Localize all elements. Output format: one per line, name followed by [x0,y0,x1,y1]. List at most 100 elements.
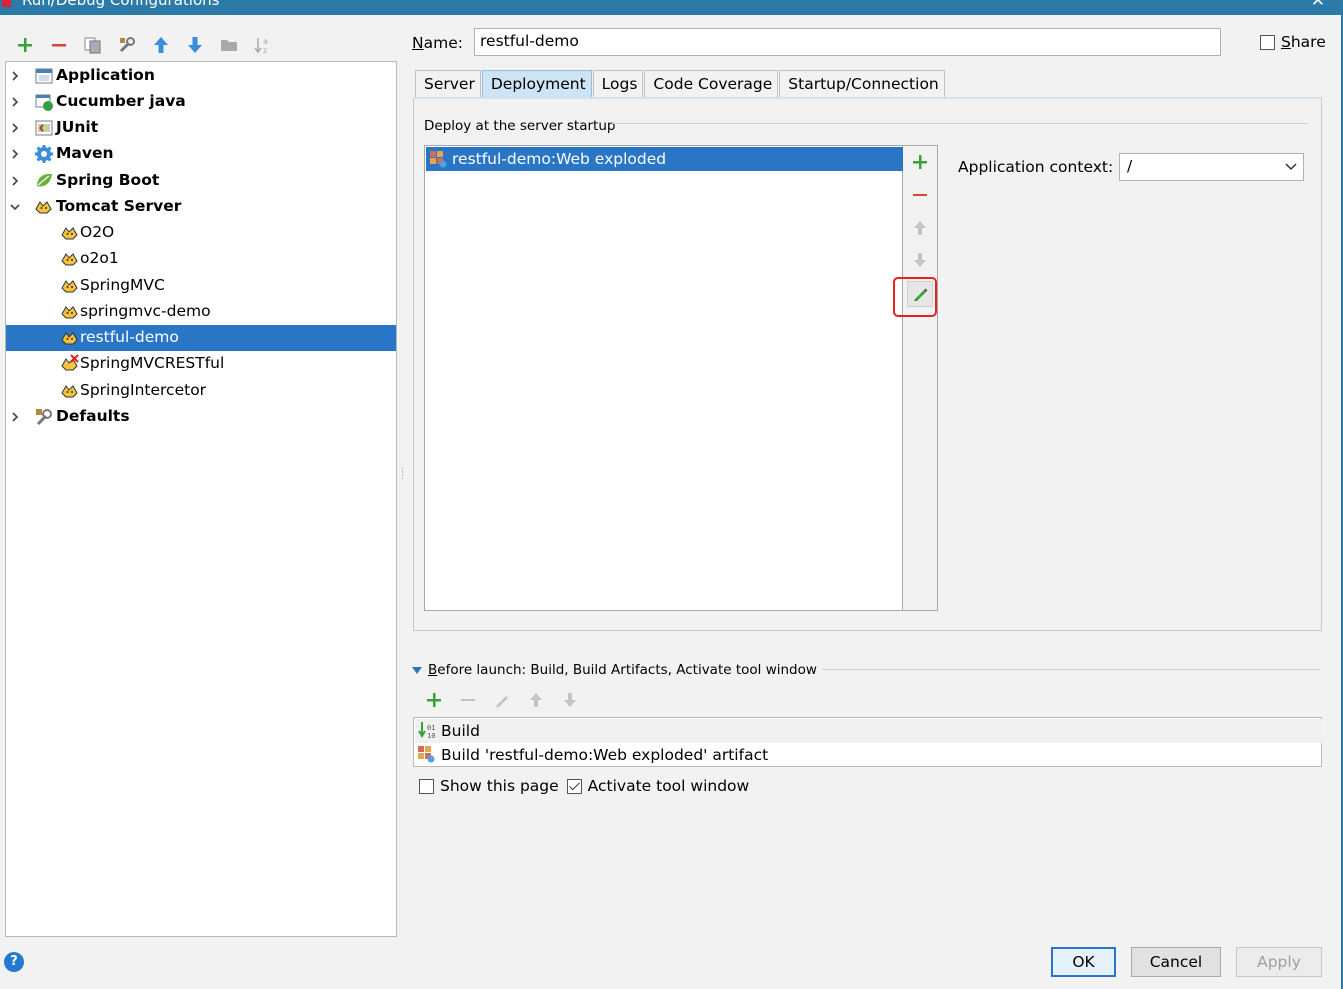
tomcat-icon [61,385,78,398]
deploy-section-header: Deploy at the server startup [424,118,616,134]
task-label: Build 'restful-demo:Web exploded' artifa… [441,746,769,764]
add-icon[interactable] [8,33,42,57]
section-divider [612,123,1308,124]
show-this-page-label: Show this page [440,777,559,795]
tomcat-icon [61,280,78,293]
tree-item-restful-demo[interactable]: restful-demo [6,325,396,351]
tree-item-maven[interactable]: Maven [6,141,396,167]
move-down-icon[interactable] [907,247,933,273]
sort-icon[interactable]: az [246,33,280,57]
help-button[interactable]: ? [4,952,24,972]
artifact-icon [418,746,435,763]
tree-item-spring-boot[interactable]: Spring Boot [6,168,396,194]
move-down-icon[interactable] [553,689,587,711]
tree-item-label: springmvc-demo [80,302,211,320]
tree-item-label: O2O [80,223,115,241]
tab-deployment[interactable]: Deployment [481,70,592,97]
tree-item-o2o[interactable]: O2O [6,220,396,246]
before-launch-options: Show this page Activate tool window [419,777,757,795]
tree-item-springmvc[interactable]: SpringMVC [6,273,396,299]
splitter-handle[interactable]: ⋮ ⋮ [398,468,407,490]
tomcat-error-icon [61,354,79,371]
add-icon[interactable] [417,689,451,711]
remove-icon[interactable] [451,689,485,711]
ok-button[interactable]: OK [1051,947,1116,977]
tree-item-o2o1[interactable]: o2o1 [6,246,396,272]
activate-tool-window-label: Activate tool window [587,777,750,795]
tree-item-label: SpringMVC [80,276,165,294]
cancel-button[interactable]: Cancel [1131,947,1221,977]
move-up-icon[interactable] [144,33,178,57]
tree-item-junit[interactable]: JUnit [6,115,396,141]
share-checkbox-box[interactable] [1260,34,1275,50]
apply-button[interactable]: Apply [1236,947,1322,977]
tree-item-label: Defaults [56,407,130,425]
tree-item-springintercetor[interactable]: SpringIntercetor [6,378,396,404]
tree-item-springmvc-demo[interactable]: springmvc-demo [6,299,396,325]
svg-text:10: 10 [427,732,435,740]
application-context-label: Application context: [958,158,1114,176]
dialog-body: az Application Cucumber java JUnit Maven [0,15,1343,989]
tomcat-icon [61,253,78,266]
tree-item-label: Application [56,66,155,84]
cucumber-icon [35,94,53,111]
chevron-right-icon[interactable] [10,412,20,422]
chevron-down-icon[interactable] [10,202,20,212]
tab-server[interactable]: Server [415,70,481,97]
tree-item-defaults[interactable]: Defaults [6,404,396,430]
move-down-icon[interactable] [178,33,212,57]
tab-startup-connection[interactable]: Startup/Connection [779,70,945,97]
edit-icon[interactable] [485,689,519,711]
junit-icon [35,120,53,136]
app-icon [2,0,11,7]
remove-icon[interactable] [42,33,76,57]
copy-icon[interactable] [76,33,110,57]
before-launch-label: Before launch: Build, Build Artifacts, A… [428,662,817,678]
before-launch-toolbar [417,689,587,711]
chevron-down-icon[interactable] [1285,162,1297,172]
configurations-toolbar: az [8,33,280,57]
remove-icon[interactable] [907,182,933,208]
task-build-artifact[interactable]: Build 'restful-demo:Web exploded' artifa… [415,743,1322,767]
chevron-right-icon[interactable] [10,176,20,186]
chevron-right-icon[interactable] [10,71,20,81]
application-context-select[interactable]: / [1119,153,1304,181]
show-this-page-checkbox[interactable] [419,778,434,794]
tree-item-cucumber-java[interactable]: Cucumber java [6,89,396,115]
before-launch-header[interactable]: Before launch: Build, Build Artifacts, A… [412,662,817,678]
move-up-icon[interactable] [519,689,553,711]
wrench-icon[interactable] [110,33,144,57]
before-launch-tasks[interactable]: 01 10 Build Build 'restful-demo:Web explo… [413,717,1322,767]
configurations-tree[interactable]: Application Cucumber java JUnit Maven Sp… [5,61,397,937]
tab-code-coverage[interactable]: Code Coverage [644,70,779,97]
artifact-item[interactable]: restful-demo:Web exploded [426,147,903,171]
maven-icon [35,145,53,163]
artifact-actions [903,145,938,611]
tree-item-application[interactable]: Application [6,63,396,89]
tree-item-tomcat-server[interactable]: Tomcat Server [6,194,396,220]
close-icon[interactable]: ✕ [1311,0,1325,11]
tree-item-label: o2o1 [80,249,119,267]
artifact-list[interactable]: restful-demo:Web exploded [424,145,903,611]
add-icon[interactable] [907,149,933,175]
tab-strip: Server Deployment Logs Code Coverage Sta… [415,70,946,97]
tree-item-springmvcrestful[interactable]: SpringMVCRESTful [6,351,396,377]
tree-item-label: SpringIntercetor [80,381,207,399]
spring-boot-icon [37,173,52,187]
artifact-label: restful-demo:Web exploded [452,150,667,168]
task-label: Build [441,722,480,740]
move-up-icon[interactable] [907,215,933,241]
chevron-right-icon[interactable] [10,123,20,133]
share-checkbox[interactable]: Share [1260,33,1326,51]
tab-logs[interactable]: Logs [592,70,644,97]
tomcat-icon [61,332,78,345]
tomcat-icon [35,201,52,214]
folder-icon[interactable] [212,33,246,57]
name-input[interactable]: restful-demo [474,28,1221,56]
task-build[interactable]: 01 10 Build [415,719,1322,743]
collapse-triangle-icon[interactable] [412,666,422,674]
svg-text:z: z [263,46,267,54]
activate-tool-window-checkbox[interactable] [566,778,582,794]
chevron-right-icon[interactable] [10,149,20,159]
chevron-right-icon[interactable] [10,97,20,107]
